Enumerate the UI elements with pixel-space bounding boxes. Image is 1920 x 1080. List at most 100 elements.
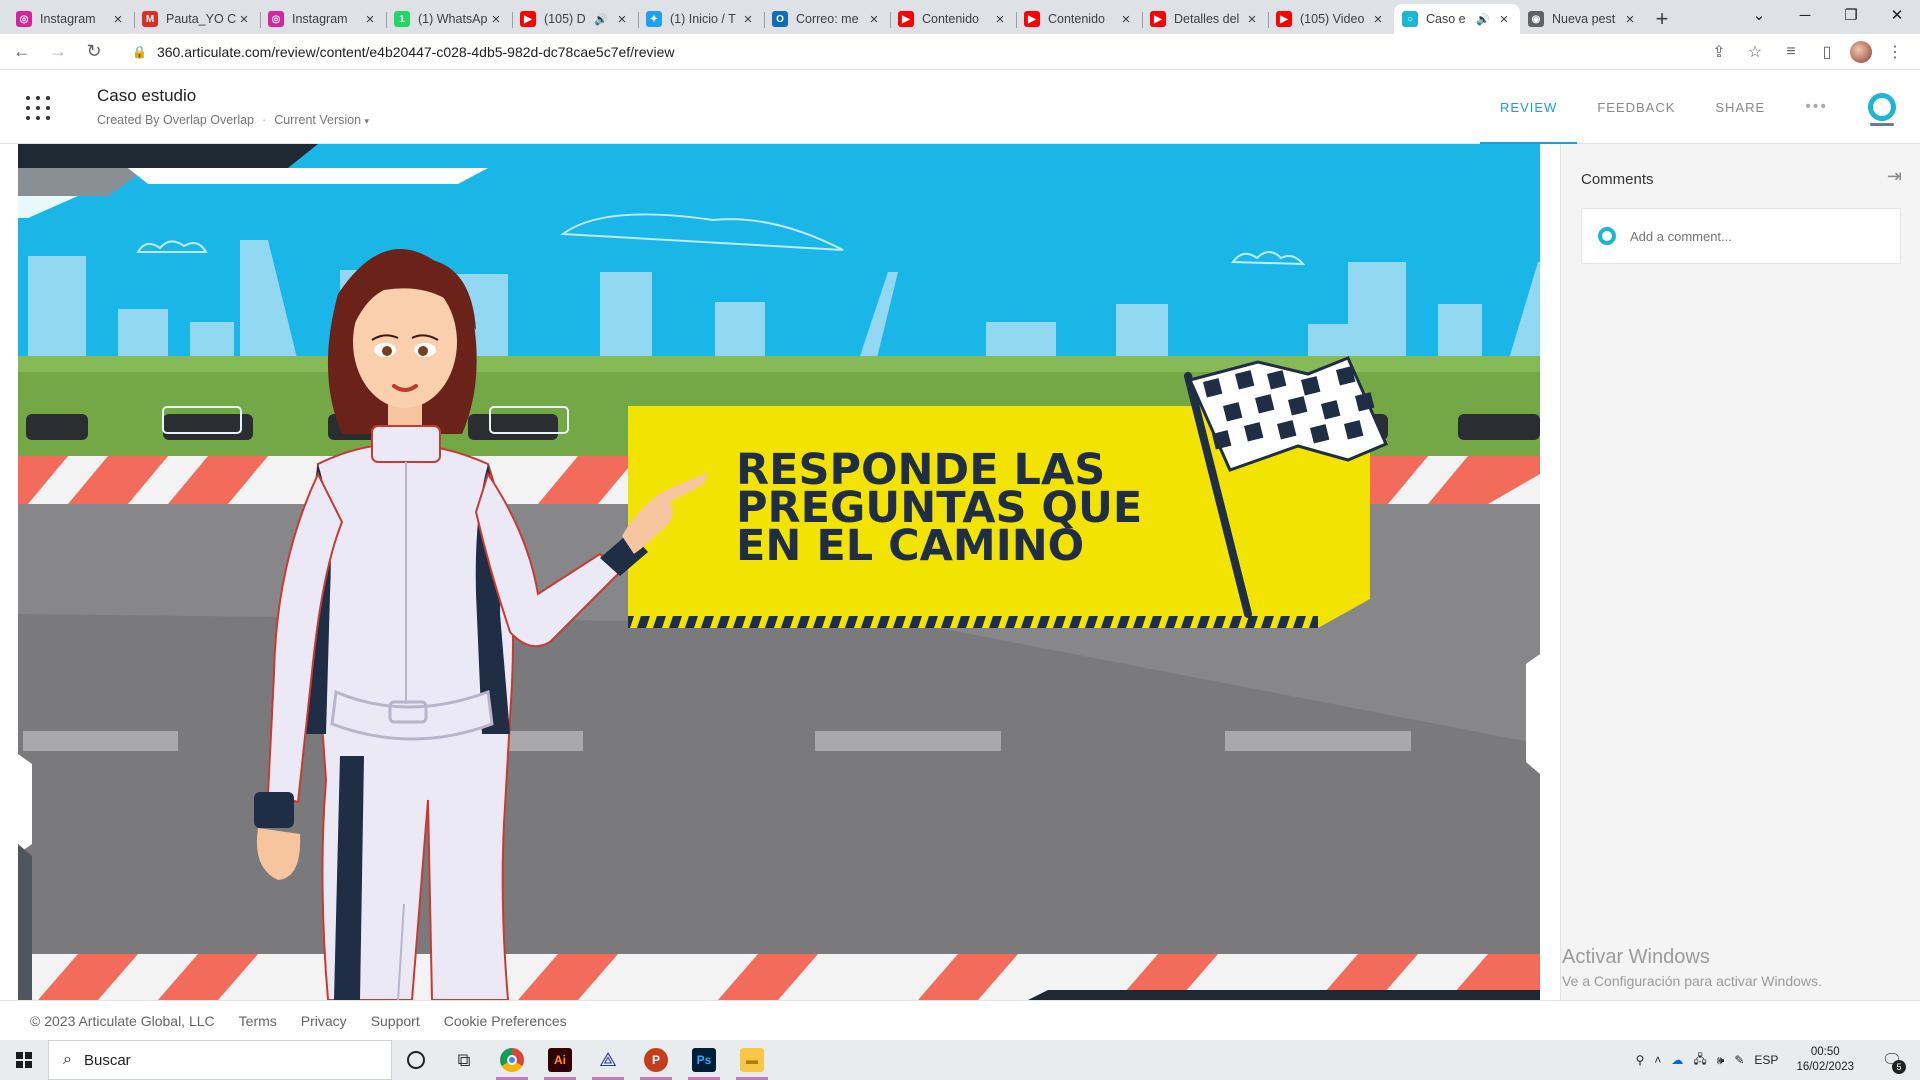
speaker-icon[interactable]: 🔊 xyxy=(594,13,608,26)
browser-tab[interactable]: ✦ (1) Inicio / T × xyxy=(638,4,764,34)
youtube-icon: ▶ xyxy=(1150,11,1166,27)
tab-review[interactable]: REVIEW xyxy=(1480,70,1578,144)
close-tab-icon[interactable]: × xyxy=(236,11,252,28)
browser-tab[interactable]: 1 (1) WhatsAp × xyxy=(386,4,512,34)
user-avatar xyxy=(1598,227,1616,245)
close-tab-icon[interactable]: × xyxy=(866,11,882,28)
browser-tab[interactable]: ▶ (105) D 🔊 × xyxy=(512,4,638,34)
footer-link-privacy[interactable]: Privacy xyxy=(301,1013,347,1029)
tray-overflow-icon[interactable]: ˄ xyxy=(1654,1053,1661,1067)
close-tab-icon[interactable]: × xyxy=(362,11,378,28)
minimize-button[interactable]: ─ xyxy=(1782,0,1828,30)
speaker-icon[interactable]: 🔊 xyxy=(1476,13,1490,26)
browser-toolbar: ← → ↻ 🔒 360.articulate.com/review/conten… xyxy=(0,34,1920,70)
version-dropdown[interactable]: Current Version ▾ xyxy=(274,113,369,127)
tab-title: Instagram xyxy=(292,12,348,26)
bookmark-star-icon[interactable]: ☆ xyxy=(1742,38,1768,66)
twitter-icon: ✦ xyxy=(646,11,662,27)
illustrator-icon[interactable]: Ai xyxy=(536,1040,584,1080)
browser-tab[interactable]: ○ Caso e 🔊 × xyxy=(1394,4,1520,34)
clock-time: 00:50 xyxy=(1810,1046,1840,1058)
close-tab-icon[interactable]: × xyxy=(614,11,630,28)
footer-link-cookie-preferences[interactable]: Cookie Preferences xyxy=(444,1013,567,1029)
reading-list-icon[interactable]: ≡ xyxy=(1778,38,1804,66)
close-tab-icon[interactable]: × xyxy=(740,11,756,28)
close-tab-icon[interactable]: × xyxy=(488,11,504,28)
more-options-button[interactable]: ••• xyxy=(1785,70,1848,144)
collapse-panel-icon[interactable]: ⇥ xyxy=(1887,166,1902,187)
side-panel-icon[interactable]: ▯ xyxy=(1814,38,1840,66)
close-tab-icon[interactable]: × xyxy=(1118,11,1134,28)
content-player[interactable]: RESPONDE LAS PREGUNTAS QUE EN EL CAMINO xyxy=(18,144,1540,1000)
browser-tab[interactable]: ◎ Instagram × xyxy=(8,4,134,34)
browser-tab[interactable]: ▶ Detalles del × xyxy=(1142,4,1268,34)
banner-line-3: EN EL CAMINO xyxy=(736,521,1084,571)
comment-composer[interactable] xyxy=(1581,208,1901,264)
restore-button[interactable]: ❐ xyxy=(1828,0,1874,30)
taskbar-search[interactable]: ⌕ Buscar xyxy=(48,1040,392,1080)
close-tab-icon[interactable]: × xyxy=(1622,11,1638,28)
chevron-down-icon: ▾ xyxy=(364,116,370,126)
share-page-icon[interactable]: ⇪ xyxy=(1706,38,1732,66)
whatsapp-icon: 1 xyxy=(394,11,410,27)
version-label: Current Version xyxy=(274,113,362,127)
clock[interactable]: 00:50 16/02/2023 xyxy=(1796,1045,1854,1075)
browser-tab[interactable]: ◉ Nueva pest × xyxy=(1520,4,1646,34)
close-window-button[interactable]: ✕ xyxy=(1874,0,1920,30)
browser-tab[interactable]: ▶ Contenido × xyxy=(890,4,1016,34)
tab-share[interactable]: SHARE xyxy=(1695,70,1785,144)
back-button[interactable]: ← xyxy=(8,38,36,66)
browser-menu-icon[interactable]: ⋮ xyxy=(1882,38,1908,66)
photoshop-icon[interactable]: Ps xyxy=(680,1040,728,1080)
pen-icon[interactable]: ✎ xyxy=(1734,1053,1744,1067)
powerpoint-icon[interactable]: P xyxy=(632,1040,680,1080)
overlay-logo-icon[interactable] xyxy=(1868,93,1896,126)
action-center-icon[interactable]: 🗨 5 xyxy=(1872,1040,1912,1080)
lock-icon: 🔒 xyxy=(132,44,147,59)
reload-button[interactable]: ↻ xyxy=(80,38,108,66)
tab-search-icon[interactable]: ⌄ xyxy=(1736,0,1782,30)
file-explorer-icon[interactable]: ▬ xyxy=(728,1040,776,1080)
browser-tab[interactable]: O Correo: me × xyxy=(764,4,890,34)
copyright: © 2023 Articulate Global, LLC xyxy=(30,1012,215,1029)
banner-checker-gaps xyxy=(630,616,1313,628)
left-edge-mark xyxy=(18,754,32,854)
grass-highlight xyxy=(18,356,1540,372)
language-indicator[interactable]: ESP xyxy=(1754,1053,1778,1067)
windows-logo-icon xyxy=(16,1052,32,1068)
windows-taskbar: ⌕ Buscar ⧉ Ai ⟁ P Ps ▬ ⚲ ˄ ☁ 🖧 🕪 ✎ ESP 0… xyxy=(0,1040,1920,1080)
profile-avatar[interactable] xyxy=(1850,41,1872,63)
close-tab-icon[interactable]: × xyxy=(1496,11,1512,28)
cortana-icon[interactable] xyxy=(392,1040,440,1080)
new-tab-button[interactable]: + xyxy=(1646,4,1678,34)
close-tab-icon[interactable]: × xyxy=(110,11,126,28)
forward-button[interactable]: → xyxy=(44,38,72,66)
comment-input[interactable] xyxy=(1630,228,1870,244)
slide-scene: RESPONDE LAS PREGUNTAS QUE EN EL CAMINO xyxy=(18,144,1540,1000)
browser-tab[interactable]: ▶ (105) Video × xyxy=(1268,4,1394,34)
browser-tab[interactable]: ◎ Instagram × xyxy=(260,4,386,34)
close-tab-icon[interactable]: × xyxy=(1244,11,1260,28)
tab-title: Pauta_YO C xyxy=(166,12,236,26)
address-bar[interactable]: 🔒 360.articulate.com/review/content/e4b2… xyxy=(120,38,1820,66)
onedrive-icon[interactable]: ☁ xyxy=(1671,1053,1683,1067)
task-view-icon[interactable]: ⧉ xyxy=(440,1040,488,1080)
tab-title: Caso e xyxy=(1426,12,1466,26)
network-icon[interactable]: 🖧 xyxy=(1693,1050,1706,1071)
start-button[interactable] xyxy=(0,1040,48,1080)
close-tab-icon[interactable]: × xyxy=(992,11,1008,28)
volume-icon[interactable]: 🕪 xyxy=(1717,1053,1725,1068)
chrome-taskbar-icon[interactable] xyxy=(488,1040,536,1080)
notification-count: 5 xyxy=(1892,1060,1906,1074)
browser-tab[interactable]: M Pauta_YO C × xyxy=(134,4,260,34)
tab-feedback[interactable]: FEEDBACK xyxy=(1577,70,1695,144)
articulate-taskbar-icon[interactable]: ⟁ xyxy=(584,1040,632,1080)
comments-panel: Comments ⇥ xyxy=(1560,144,1920,1000)
watermark-title: Activar Windows xyxy=(1562,946,1710,968)
browser-tab[interactable]: ▶ Contenido × xyxy=(1016,4,1142,34)
close-tab-icon[interactable]: × xyxy=(1370,11,1386,28)
footer-link-terms[interactable]: Terms xyxy=(239,1013,277,1029)
people-icon[interactable]: ⚲ xyxy=(1636,1053,1645,1067)
app-launcher-icon[interactable] xyxy=(26,96,50,120)
footer-link-support[interactable]: Support xyxy=(371,1013,420,1029)
